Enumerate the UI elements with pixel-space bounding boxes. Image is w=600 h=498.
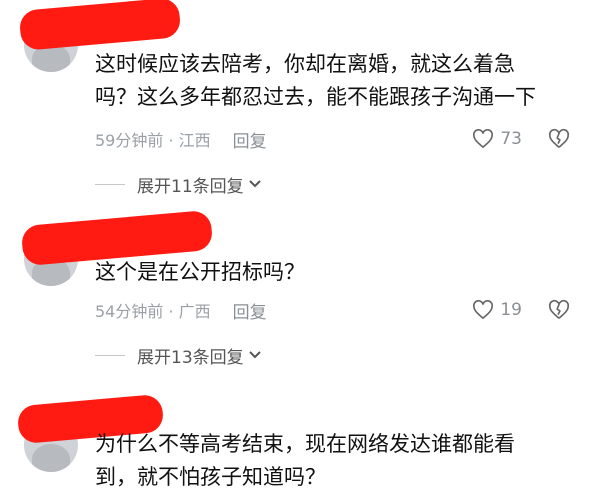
broken-heart-icon[interactable]	[548, 299, 570, 321]
comment-text-line: 吗？这么多年都忍过去，能不能跟孩子沟通一下	[95, 85, 536, 109]
comment-text-line: 这个是在公开招标吗？	[95, 260, 305, 284]
comment-text: 这时候应该去陪考，你却在离婚，就这么着急 吗？这么多年都忍过去，能不能跟孩子沟通…	[95, 48, 565, 114]
comment-text: 为什么不等高考结束，现在网络发达谁都能看 到，就不怕孩子知道吗？	[95, 428, 565, 494]
comment-text-line: 为什么不等高考结束，现在网络发达谁都能看	[95, 432, 515, 456]
heart-outline-icon	[473, 300, 494, 320]
divider	[95, 354, 125, 356]
like-count: 73	[500, 129, 522, 149]
chevron-down-icon	[248, 180, 261, 188]
timestamp-location: 54分钟前 · 广西	[95, 302, 211, 321]
comment-text: 这个是在公开招标吗？	[95, 256, 565, 289]
comment-text-line: 这时候应该去陪考，你却在离婚，就这么着急	[95, 52, 515, 76]
comment-text-line: 到，就不怕孩子知道吗？	[95, 465, 326, 489]
expand-label: 展开13条回复	[137, 347, 244, 368]
timestamp-location: 59分钟前 · 江西	[95, 131, 211, 150]
like-button[interactable]: 19	[472, 296, 522, 324]
username-redaction	[18, 0, 182, 51]
reply-button[interactable]: 回复	[233, 127, 267, 152]
chevron-down-icon	[248, 351, 261, 359]
broken-heart-icon[interactable]	[548, 128, 570, 150]
expand-label: 展开11条回复	[137, 176, 244, 197]
reply-button[interactable]: 回复	[233, 298, 267, 323]
like-button[interactable]: 73	[472, 125, 522, 153]
heart-outline-icon	[473, 129, 494, 149]
expand-replies[interactable]: 展开11条回复	[95, 170, 262, 198]
divider	[95, 183, 125, 185]
expand-replies[interactable]: 展开13条回复	[95, 341, 262, 369]
like-count: 19	[500, 300, 522, 320]
